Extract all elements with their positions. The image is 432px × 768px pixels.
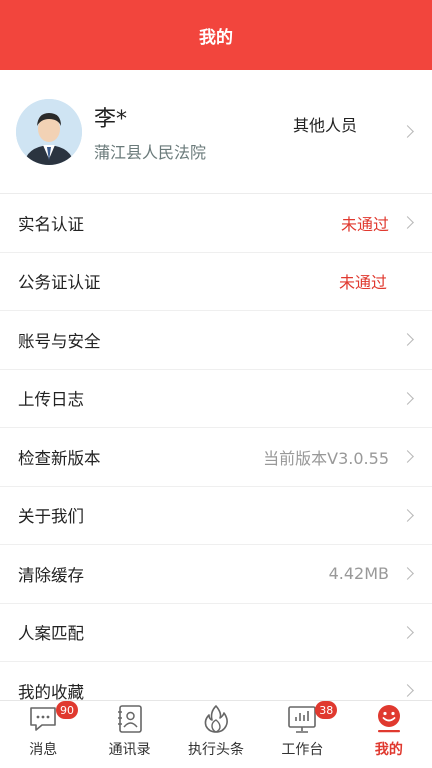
fire-icon xyxy=(201,704,231,734)
menu-item-label: 公务证认证 xyxy=(18,273,101,293)
menu-item-label: 清除缓存 xyxy=(18,565,84,585)
tab-messages[interactable]: 90 消息 xyxy=(0,701,86,768)
chevron-right-icon xyxy=(401,684,414,698)
tab-contacts[interactable]: 通讯录 xyxy=(86,701,172,768)
menu-item-upload-log[interactable]: 上传日志 xyxy=(0,370,432,428)
cache-size-text: 4.42MB xyxy=(328,564,389,584)
tab-label: 工作台 xyxy=(281,742,324,758)
menu-item-label: 账号与安全 xyxy=(18,331,101,351)
top-header: 我的 xyxy=(0,0,432,70)
tab-headlines[interactable]: 执行头条 xyxy=(173,701,259,768)
menu-item-label: 上传日志 xyxy=(18,390,84,410)
user-organization: 蒲江县人民法院 xyxy=(94,142,207,162)
workbench-icon xyxy=(287,704,317,734)
bottom-tab-bar: 90 消息 通讯录 执行头条 38 工作台 我的 xyxy=(0,700,432,768)
chevron-right-icon xyxy=(401,391,414,405)
user-role: 其他人员 xyxy=(292,116,357,135)
version-text: 当前版本V3.0.55 xyxy=(263,448,389,468)
contacts-icon xyxy=(115,704,145,734)
chevron-right-icon xyxy=(401,508,414,522)
tab-label: 我的 xyxy=(374,742,403,758)
smile-icon xyxy=(374,704,404,734)
menu-item-real-name-auth[interactable]: 实名认证 未通过 xyxy=(0,194,432,253)
menu-item-account-security[interactable]: 账号与安全 xyxy=(0,311,432,370)
menu-item-label: 检查新版本 xyxy=(18,448,101,468)
menu-item-label: 实名认证 xyxy=(18,214,84,234)
menu-item-label: 人案匹配 xyxy=(18,624,84,644)
tab-workbench[interactable]: 38 工作台 xyxy=(259,701,345,768)
menu-item-official-cert[interactable]: 公务证认证 未通过 xyxy=(0,253,432,311)
user-name: 李* xyxy=(94,106,128,132)
profile-card[interactable]: 李* 蒲江县人民法院 xyxy=(0,70,432,194)
chevron-right-icon xyxy=(401,567,414,581)
chevron-right-icon xyxy=(401,333,414,347)
menu-item-about-us[interactable]: 关于我们 xyxy=(0,487,432,545)
tab-label: 消息 xyxy=(29,742,58,758)
page-title: 我的 xyxy=(199,27,233,48)
tab-mine[interactable]: 我的 xyxy=(346,701,432,768)
unread-badge: 90 xyxy=(56,701,78,719)
chevron-right-icon xyxy=(401,625,414,639)
status-text: 未通过 xyxy=(338,273,387,293)
tab-label: 执行头条 xyxy=(188,742,245,758)
avatar xyxy=(16,98,82,165)
notification-badge: 38 xyxy=(315,701,338,719)
settings-menu: 实名认证 未通过 公务证认证 未通过 账号与安全 上传日志 检查新版本 当前版本… xyxy=(0,194,432,721)
status-text: 未通过 xyxy=(340,214,389,234)
menu-item-check-update[interactable]: 检查新版本 当前版本V3.0.55 xyxy=(0,428,432,487)
menu-item-clear-cache[interactable]: 清除缓存 4.42MB xyxy=(0,545,432,604)
tab-label: 通讯录 xyxy=(108,742,151,758)
chevron-right-icon xyxy=(401,450,414,464)
menu-item-label: 关于我们 xyxy=(18,507,84,527)
menu-item-case-match[interactable]: 人案匹配 xyxy=(0,604,432,662)
message-icon xyxy=(28,704,58,734)
chevron-right-icon xyxy=(401,216,414,230)
